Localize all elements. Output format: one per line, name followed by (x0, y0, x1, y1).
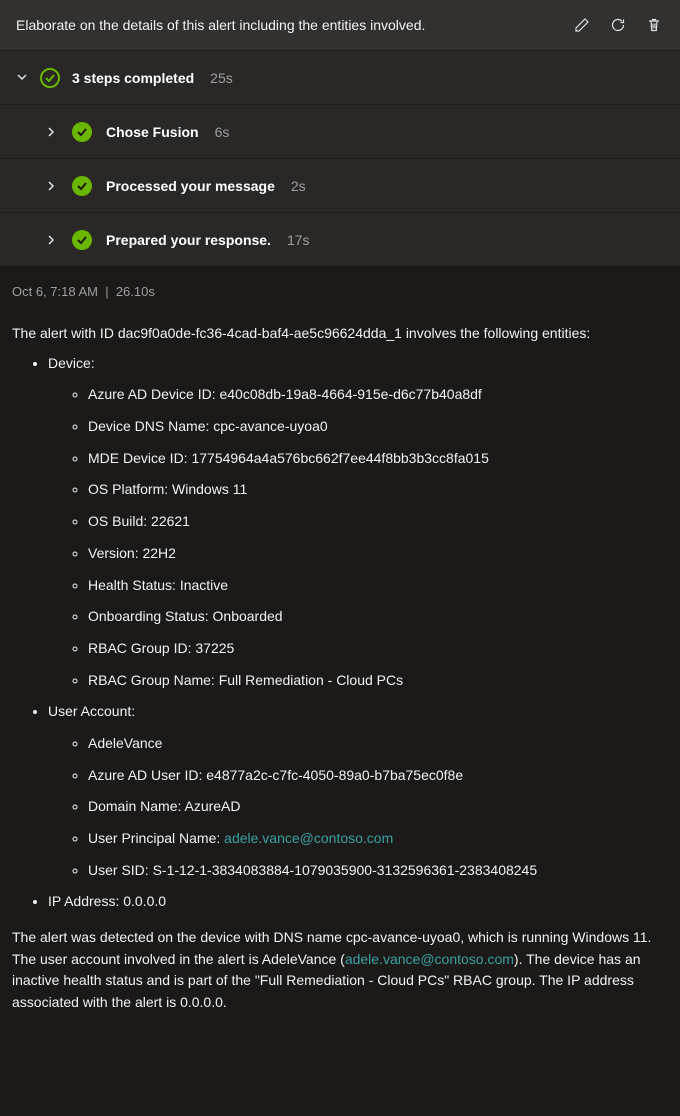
device-health-status: Health Status: Inactive (88, 575, 668, 597)
device-version: Version: 22H2 (88, 543, 668, 565)
section-user-label: User Account: (48, 703, 135, 719)
step-label: Prepared your response. (106, 232, 271, 248)
steps-completed-label: 3 steps completed (72, 70, 194, 86)
step-row[interactable]: Chose Fusion 6s (0, 104, 680, 158)
check-circle-icon (72, 230, 92, 250)
step-duration: 2s (291, 178, 306, 194)
user-upn-link[interactable]: adele.vance@contoso.com (224, 830, 393, 846)
response-elapsed: 26.10s (116, 284, 155, 299)
device-mde-id: MDE Device ID: 17754964a4a576bc662f7ee44… (88, 448, 668, 470)
prompt-title: Elaborate on the details of this alert i… (16, 17, 425, 33)
step-row[interactable]: Processed your message 2s (0, 158, 680, 212)
user-sid: User SID: S-1-12-1-3834083884-1079035900… (88, 860, 668, 882)
device-rbac-group-id: RBAC Group ID: 37225 (88, 638, 668, 660)
chevron-down-icon (16, 70, 28, 86)
summary-paragraph: The alert was detected on the device wit… (12, 927, 668, 1014)
section-ip: IP Address: 0.0.0.0 (48, 891, 668, 913)
step-label: Processed your message (106, 178, 275, 194)
step-row[interactable]: Prepared your response. 17s (0, 212, 680, 266)
device-azure-ad-id: Azure AD Device ID: e40c08db-19a8-4664-9… (88, 384, 668, 406)
check-circle-icon (72, 122, 92, 142)
device-onboarding-status: Onboarding Status: Onboarded (88, 606, 668, 628)
delete-icon[interactable] (644, 15, 664, 35)
device-os-build: OS Build: 22621 (88, 511, 668, 533)
response-body: The alert with ID dac9f0a0de-fc36-4cad-b… (0, 305, 680, 1034)
device-os-platform: OS Platform: Windows 11 (88, 479, 668, 501)
step-duration: 17s (287, 232, 310, 248)
user-domain-name: Domain Name: AzureAD (88, 796, 668, 818)
user-upn: User Principal Name: adele.vance@contoso… (88, 828, 668, 850)
device-dns-name: Device DNS Name: cpc-avance-uyoa0 (88, 416, 668, 438)
steps-summary-row[interactable]: 3 steps completed 25s (0, 50, 680, 104)
step-duration: 6s (215, 124, 230, 140)
section-user: User Account: AdeleVance Azure AD User I… (48, 701, 668, 881)
chevron-right-icon (44, 180, 58, 192)
section-device: Device: Azure AD Device ID: e40c08db-19a… (48, 353, 668, 692)
refresh-icon[interactable] (608, 15, 628, 35)
steps-completed-duration: 25s (210, 70, 233, 86)
user-upn-label: User Principal Name: (88, 830, 224, 846)
chevron-right-icon (44, 234, 58, 246)
check-circle-icon (72, 176, 92, 196)
device-rbac-group-name: RBAC Group Name: Full Remediation - Clou… (88, 670, 668, 692)
response-timestamp: Oct 6, 7:18 AM (12, 284, 98, 299)
user-name: AdeleVance (88, 733, 668, 755)
step-label: Chose Fusion (106, 124, 199, 140)
header-actions (572, 15, 664, 35)
chevron-right-icon (44, 126, 58, 138)
section-device-label: Device: (48, 355, 95, 371)
intro-text: The alert with ID dac9f0a0de-fc36-4cad-b… (12, 323, 668, 345)
edit-icon[interactable] (572, 15, 592, 35)
check-circle-icon (40, 68, 60, 88)
user-azure-ad-id: Azure AD User ID: e4877a2c-c7fc-4050-89a… (88, 765, 668, 787)
prompt-header: Elaborate on the details of this alert i… (0, 0, 680, 50)
response-meta: Oct 6, 7:18 AM | 26.10s (0, 266, 680, 305)
summary-email-link[interactable]: adele.vance@contoso.com (345, 951, 514, 967)
